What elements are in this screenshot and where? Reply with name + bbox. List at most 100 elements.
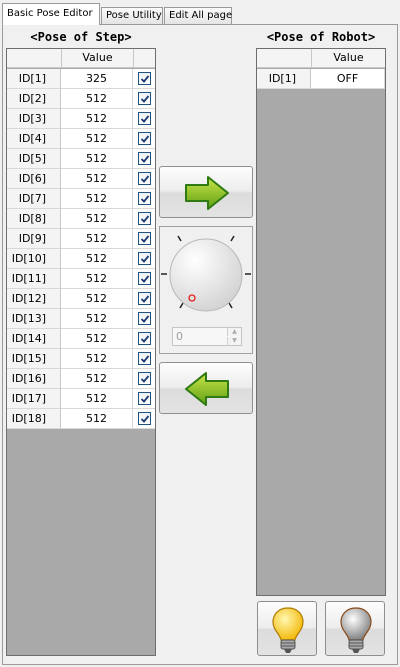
table-row[interactable]: ID[7] 512 — [7, 189, 155, 209]
pose-of-robot-title: <Pose of Robot> — [266, 30, 376, 44]
table-row[interactable]: ID[12] 512 — [7, 289, 155, 309]
value-cell[interactable]: 512 — [61, 89, 133, 109]
check-icon — [140, 355, 150, 363]
check-icon — [140, 415, 150, 423]
value-cell[interactable]: 512 — [61, 389, 133, 409]
check-icon — [140, 155, 150, 163]
row-header-corner — [257, 49, 311, 68]
row-id-label: ID[16] — [7, 369, 61, 389]
tab-basic-pose-editor[interactable]: Basic Pose Editor — [2, 3, 100, 25]
row-id-label: ID[4] — [7, 129, 61, 149]
enable-checkbox[interactable] — [138, 372, 151, 385]
table-row[interactable]: ID[16] 512 — [7, 369, 155, 389]
enable-checkbox[interactable] — [138, 172, 151, 185]
table-row[interactable]: ID[10] 512 — [7, 249, 155, 269]
enable-checkbox[interactable] — [138, 292, 151, 305]
tab-label: Basic Pose Editor — [7, 8, 93, 19]
value-column-header[interactable]: Value — [61, 49, 133, 68]
check-column-header[interactable] — [133, 49, 155, 68]
torque-off-button[interactable] — [325, 601, 385, 656]
value-cell[interactable]: 325 — [61, 69, 133, 89]
table-row[interactable]: ID[1] OFF — [257, 69, 385, 89]
value-cell[interactable]: 512 — [61, 349, 133, 369]
check-cell — [133, 369, 155, 389]
table-row[interactable]: ID[17] 512 — [7, 389, 155, 409]
check-cell — [133, 149, 155, 169]
check-cell — [133, 189, 155, 209]
table-row[interactable]: ID[1] 325 — [7, 69, 155, 89]
enable-checkbox[interactable] — [138, 72, 151, 85]
enable-checkbox[interactable] — [138, 212, 151, 225]
value-cell[interactable]: 512 — [61, 189, 133, 209]
value-column-header[interactable]: Value — [311, 49, 385, 68]
table-row[interactable]: ID[6] 512 — [7, 169, 155, 189]
enable-checkbox[interactable] — [138, 352, 151, 365]
table-row[interactable]: ID[15] 512 — [7, 349, 155, 369]
table-row[interactable]: ID[3] 512 — [7, 109, 155, 129]
tab-edit-all-page[interactable]: Edit All page — [164, 7, 232, 24]
row-id-label: ID[13] — [7, 309, 61, 329]
check-icon — [140, 215, 150, 223]
value-cell[interactable]: 512 — [61, 309, 133, 329]
check-icon — [140, 295, 150, 303]
position-stepper[interactable]: 0 ▲ ▼ — [172, 327, 242, 346]
enable-checkbox[interactable] — [138, 392, 151, 405]
enable-checkbox[interactable] — [138, 252, 151, 265]
enable-checkbox[interactable] — [138, 92, 151, 105]
table-row[interactable]: ID[4] 512 — [7, 129, 155, 149]
row-id-label: ID[10] — [7, 249, 61, 269]
pose-of-robot-grid[interactable]: Value ID[1] OFF — [256, 48, 386, 596]
check-icon — [140, 255, 150, 263]
value-cell[interactable]: 512 — [61, 409, 133, 429]
table-row[interactable]: ID[2] 512 — [7, 89, 155, 109]
copy-to-robot-button[interactable] — [159, 166, 253, 218]
enable-checkbox[interactable] — [138, 152, 151, 165]
tab-pose-utility[interactable]: Pose Utility — [101, 7, 163, 24]
table-row[interactable]: ID[8] 512 — [7, 209, 155, 229]
value-cell[interactable]: 512 — [61, 129, 133, 149]
value-cell[interactable]: 512 — [61, 269, 133, 289]
row-id-label: ID[8] — [7, 209, 61, 229]
value-cell[interactable]: 512 — [61, 169, 133, 189]
enable-checkbox[interactable] — [138, 272, 151, 285]
value-cell[interactable]: 512 — [61, 289, 133, 309]
grid-header: Value — [257, 49, 385, 68]
enable-checkbox[interactable] — [138, 132, 151, 145]
value-cell[interactable]: 512 — [61, 109, 133, 129]
enable-checkbox[interactable] — [138, 312, 151, 325]
stepper-down-icon[interactable]: ▼ — [227, 337, 241, 345]
enable-checkbox[interactable] — [138, 412, 151, 425]
value-cell[interactable]: 512 — [61, 229, 133, 249]
lightbulb-off-icon — [340, 607, 372, 653]
check-cell — [133, 89, 155, 109]
table-row[interactable]: ID[11] 512 — [7, 269, 155, 289]
row-id-label: ID[12] — [7, 289, 61, 309]
check-icon — [140, 375, 150, 383]
table-row[interactable]: ID[5] 512 — [7, 149, 155, 169]
table-row[interactable]: ID[13] 512 — [7, 309, 155, 329]
enable-checkbox[interactable] — [138, 332, 151, 345]
enable-checkbox[interactable] — [138, 232, 151, 245]
table-row[interactable]: ID[18] 512 — [7, 409, 155, 429]
value-cell[interactable]: 512 — [61, 329, 133, 349]
check-icon — [140, 395, 150, 403]
torque-on-button[interactable] — [257, 601, 317, 656]
value-cell[interactable]: 512 — [61, 369, 133, 389]
check-cell — [133, 169, 155, 189]
copy-to-step-button[interactable] — [159, 362, 253, 414]
enable-checkbox[interactable] — [138, 112, 151, 125]
stepper-value: 0 — [176, 330, 183, 343]
stepper-up-icon[interactable]: ▲ — [227, 328, 241, 336]
pose-of-step-title: <Pose of Step> — [30, 30, 132, 44]
pose-of-step-grid[interactable]: Value ID[1] 325 ID[2] 512 ID[3] 512 ID[4] 512 ID… — [6, 48, 156, 656]
check-cell — [133, 229, 155, 249]
row-id-label: ID[9] — [7, 229, 61, 249]
table-row[interactable]: ID[14] 512 — [7, 329, 155, 349]
enable-checkbox[interactable] — [138, 192, 151, 205]
value-cell[interactable]: 512 — [61, 209, 133, 229]
value-cell[interactable]: OFF — [311, 69, 385, 89]
position-dial[interactable] — [160, 227, 252, 325]
table-row[interactable]: ID[9] 512 — [7, 229, 155, 249]
value-cell[interactable]: 512 — [61, 149, 133, 169]
value-cell[interactable]: 512 — [61, 249, 133, 269]
